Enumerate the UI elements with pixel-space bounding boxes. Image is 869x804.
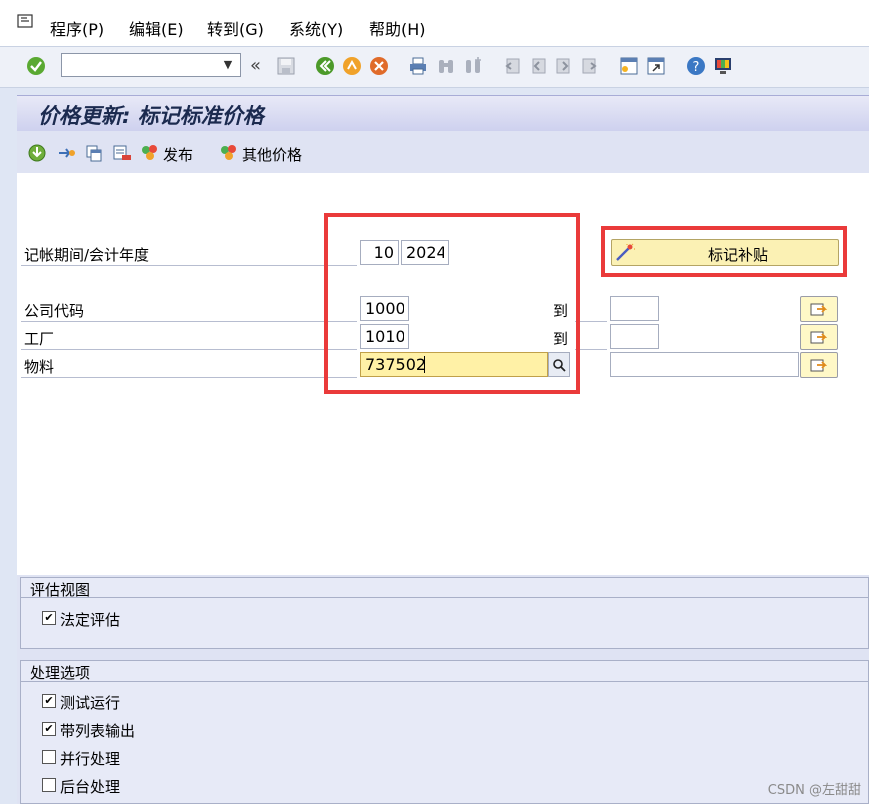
- multiple-selection-icon: [810, 359, 828, 372]
- command-field[interactable]: [61, 53, 241, 77]
- multiple-selection-icon: [810, 331, 828, 344]
- company-code-label: 公司代码: [24, 302, 85, 320]
- command-dropdown-icon[interactable]: ▼: [218, 55, 238, 75]
- material-multiple-selection-button[interactable]: [800, 352, 838, 378]
- menu-edit[interactable]: 编辑(E): [129, 16, 184, 40]
- layout-menu-icon[interactable]: [713, 56, 733, 76]
- exit-icon[interactable]: [342, 56, 362, 76]
- processing-options-header: 处理选项: [30, 664, 91, 682]
- print-icon[interactable]: [408, 56, 428, 76]
- material-to-input[interactable]: [610, 352, 799, 377]
- test-run-label: 测试运行: [60, 694, 121, 712]
- processing-header-line: [21, 681, 869, 682]
- transport-icon[interactable]: [55, 143, 77, 167]
- other-prices-button[interactable]: 其他价格: [242, 144, 302, 165]
- enter-icon[interactable]: [26, 56, 46, 76]
- new-session-icon[interactable]: [619, 56, 639, 76]
- first-page-icon[interactable]: [502, 56, 522, 76]
- next-page-icon[interactable]: [554, 56, 574, 76]
- save-icon[interactable]: [276, 56, 296, 76]
- create-shortcut-icon[interactable]: [646, 56, 666, 76]
- release-icon[interactable]: [140, 143, 160, 167]
- parallel-processing-label: 并行处理: [60, 750, 121, 768]
- plant-to-input[interactable]: [610, 324, 659, 349]
- find-next-icon[interactable]: [463, 56, 483, 76]
- last-page-icon[interactable]: [580, 56, 600, 76]
- highlight-box-fields: [324, 213, 580, 394]
- previous-page-icon[interactable]: [528, 56, 548, 76]
- find-icon[interactable]: [436, 56, 456, 76]
- execute-icon[interactable]: [27, 143, 47, 167]
- other-prices-icon[interactable]: [219, 143, 239, 167]
- menu-program[interactable]: 程序(P): [50, 16, 104, 40]
- menu-goto[interactable]: 转到(G): [207, 16, 264, 40]
- copy-icon[interactable]: [84, 143, 104, 167]
- highlight-box-button: [601, 226, 847, 277]
- list-output-checkbox[interactable]: ✔: [42, 722, 56, 736]
- material-label: 物料: [24, 358, 55, 376]
- history-back-icon[interactable]: «: [250, 55, 261, 76]
- plant-label: 工厂: [24, 330, 55, 348]
- list-output-label: 带列表输出: [60, 722, 136, 740]
- help-icon[interactable]: ?: [686, 56, 706, 76]
- menu-system[interactable]: 系统(Y): [289, 16, 343, 40]
- company-underline: [21, 321, 357, 322]
- posting-period-label: 记帐期间/会计年度: [24, 246, 150, 264]
- period-underline: [21, 265, 357, 266]
- company-code-multiple-selection-button[interactable]: [800, 296, 838, 322]
- valuation-view-group: [20, 577, 869, 649]
- plant-underline: [21, 349, 357, 350]
- parallel-processing-checkbox[interactable]: [42, 750, 56, 764]
- valuation-view-header: 评估视图: [30, 581, 91, 599]
- test-run-checkbox[interactable]: ✔: [42, 694, 56, 708]
- background-processing-label: 后台处理: [60, 778, 121, 796]
- list-delete-icon[interactable]: [112, 143, 132, 167]
- release-button[interactable]: 发布: [163, 144, 193, 165]
- watermark: CSDN @左甜甜: [767, 783, 861, 798]
- multiple-selection-icon: [810, 303, 828, 316]
- cancel-icon[interactable]: [369, 56, 389, 76]
- valuation-header-line: [21, 597, 869, 598]
- back-icon[interactable]: [315, 56, 335, 76]
- svg-text:?: ?: [693, 60, 700, 75]
- company-code-to-input[interactable]: [610, 296, 659, 321]
- menu-help[interactable]: 帮助(H): [369, 16, 426, 40]
- page-title: 价格更新: 标记标准价格: [38, 104, 264, 128]
- material-underline: [21, 377, 357, 378]
- background-processing-checkbox[interactable]: [42, 778, 56, 792]
- legal-valuation-label: 法定评估: [60, 611, 121, 629]
- system-menu-icon[interactable]: [17, 14, 33, 28]
- legal-valuation-checkbox[interactable]: ✔: [42, 611, 56, 625]
- plant-multiple-selection-button[interactable]: [800, 324, 838, 350]
